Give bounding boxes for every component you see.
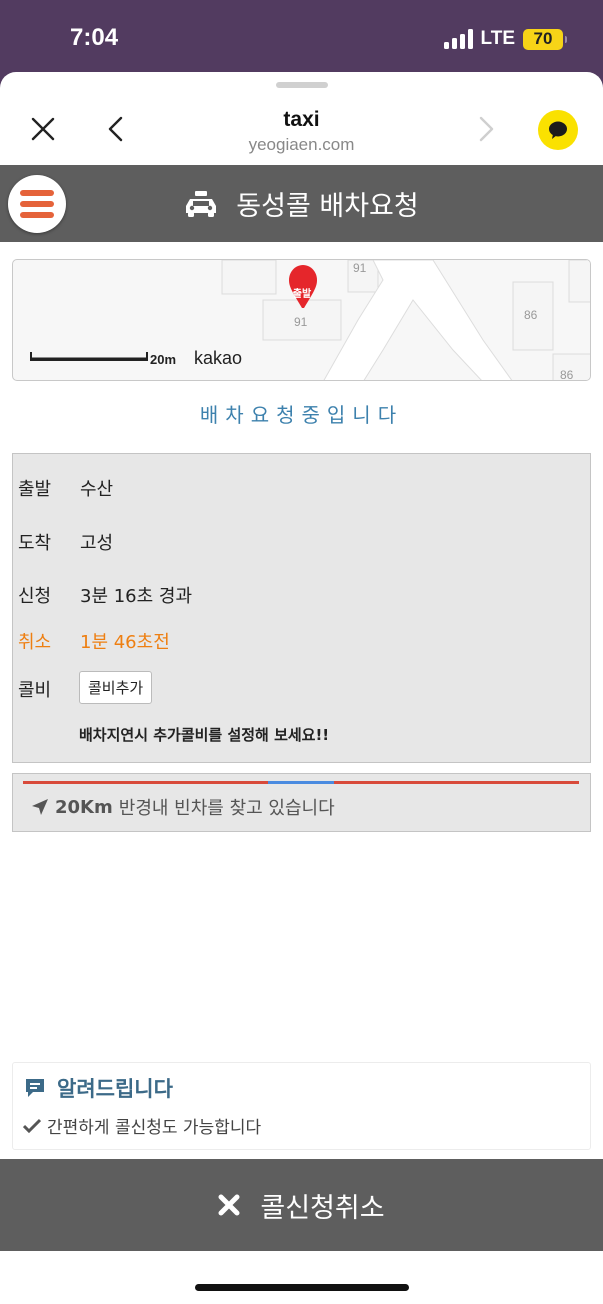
header-title: 동성콜 배차요청 [236, 191, 419, 222]
chat-bubble-icon [549, 121, 567, 139]
info-label: 신청 [18, 586, 52, 607]
home-indicator[interactable] [195, 1284, 409, 1291]
search-status-text: 반경내 빈차를 찾고 있습니다 [118, 798, 335, 819]
info-label: 도착 [18, 533, 52, 554]
tip-note: 배차지연시 추가콜비를 설정해 보세요!! [79, 726, 330, 744]
trip-info-panel: 출발 수산 도착 고성 신청 3분 16초 경과 취소 1분 46초전 콜비 콜… [12, 453, 591, 763]
info-row-requested: 신청 3분 16초 경과 [18, 582, 192, 608]
battery-icon: 70 [523, 28, 567, 50]
taxi-icon [186, 190, 217, 217]
info-value: 3분 16초 경과 [80, 586, 193, 607]
sheet-grabber[interactable] [276, 82, 328, 88]
map-label: 86 [524, 308, 538, 322]
menu-icon-bar [20, 212, 54, 218]
browser-sheet: taxi yeogiaen.com 동성콜 배차요청 91 91 86 86 출… [0, 72, 603, 1304]
map-label: 91 [294, 315, 308, 329]
notice-panel: 알려드립니다 간편하게 콜신청도 가능합니다 [12, 1062, 591, 1150]
close-icon [218, 1194, 240, 1216]
kakaotalk-button[interactable] [538, 110, 578, 150]
browser-toolbar: taxi yeogiaen.com [0, 92, 603, 165]
header-title-wrap: 동성콜 배차요청 [0, 165, 603, 242]
map-logo: kakao [194, 348, 243, 368]
message-icon [26, 1079, 44, 1097]
search-radius: 20Km [55, 796, 113, 818]
search-status: 20Km 반경내 빈차를 찾고 있습니다 [31, 794, 335, 820]
info-row-departure: 출발 수산 [18, 475, 113, 501]
page-url: yeogiaen.com [248, 135, 355, 154]
notice-item-text: 간편하게 콜신청도 가능합니다 [47, 1118, 262, 1138]
info-value: 고성 [80, 533, 114, 554]
info-row-tip: 콜비 [18, 676, 80, 702]
menu-button[interactable] [8, 175, 66, 233]
cancel-request-label: 콜신청취소 [260, 1192, 385, 1224]
notice-title: 알려드립니다 [25, 1073, 173, 1103]
info-value: 1분 46초전 [80, 632, 170, 653]
search-status-panel: 20Km 반경내 빈차를 찾고 있습니다 [12, 773, 591, 832]
info-row-destination: 도착 고성 [18, 529, 113, 555]
notice-item: 간편하게 콜신청도 가능합니다 [23, 1113, 261, 1138]
network-type: LTE [480, 28, 515, 49]
info-label: 출발 [18, 479, 52, 500]
dispatch-status-message: 배차요청중입니다 [199, 403, 404, 427]
map-label: 86 [560, 368, 574, 381]
battery-level: 70 [533, 29, 553, 48]
add-tip-button[interactable]: 콜비추가 [79, 671, 153, 704]
info-row-cancel: 취소 1분 46초전 [18, 628, 170, 654]
info-value: 수산 [80, 479, 114, 500]
menu-icon-bar [20, 201, 54, 207]
map-pin-label: 출발 [292, 289, 312, 300]
status-time: 7:04 [70, 24, 119, 51]
map-label: 91 [353, 261, 367, 275]
map-scale: 20m [150, 352, 177, 367]
cancel-request-button[interactable]: 콜신청취소 [0, 1159, 603, 1251]
search-progress-indicator [268, 781, 334, 784]
chevron-right-icon [479, 116, 494, 142]
status-indicators: LTE 70 [443, 28, 567, 50]
info-label: 취소 [18, 632, 52, 653]
pickup-map[interactable]: 91 91 86 86 출발 20m kakao [12, 259, 591, 381]
info-label: 콜비 [18, 680, 52, 701]
forward-button[interactable] [472, 112, 502, 146]
menu-icon-bar [20, 190, 54, 196]
notice-title-text: 알려드립니다 [57, 1077, 173, 1101]
signal-icon [443, 29, 473, 49]
app-header: 동성콜 배차요청 [0, 165, 603, 242]
check-icon [23, 1118, 41, 1133]
location-arrow-icon [32, 799, 48, 815]
search-progress-bar [23, 781, 579, 784]
page-title: taxi [283, 108, 320, 131]
